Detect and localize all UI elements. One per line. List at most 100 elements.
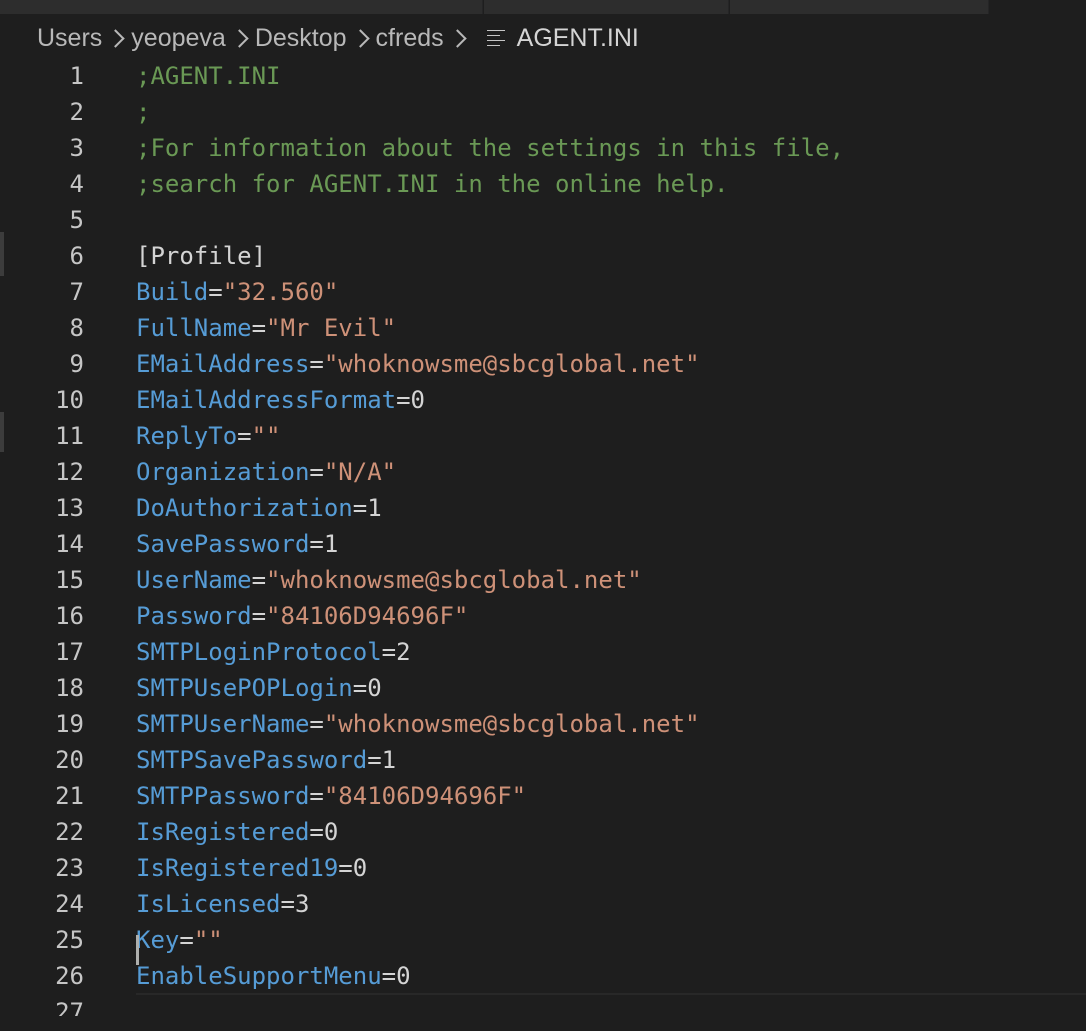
code-line[interactable]: 3 ;For information about the settings in … [0, 130, 1086, 166]
code-line[interactable]: 19 SMTPUserName="whoknowsme@sbcglobal.net… [0, 706, 1086, 742]
code-line[interactable]: 16 Password="84106D94696F" [0, 598, 1086, 634]
token-op: = [237, 422, 252, 450]
token-str: "Mr Evil" [266, 314, 397, 342]
code-line[interactable]: 21 SMTPPassword="84106D94696F" [0, 778, 1086, 814]
line-content: SMTPPassword="84106D94696F" [136, 778, 526, 814]
breadcrumb-item-yeopeva[interactable]: yeopeva [131, 24, 226, 53]
code-line[interactable]: 13 DoAuthorization=1 [0, 490, 1086, 526]
line-number: 10 [55, 386, 84, 414]
token-comment: ;For information about the settings in t… [136, 134, 845, 162]
line-content: SMTPUsePOPLogin=0 [136, 670, 382, 706]
token-key: EMailAddress [136, 350, 310, 378]
token-op: = [309, 782, 324, 810]
token-op: = [251, 602, 267, 630]
code-line[interactable]: 6 [Profile] [0, 238, 1086, 274]
line-content: ;AGENT.INI [136, 58, 281, 94]
line-content: Password="84106D94696F" [136, 598, 468, 634]
code-line[interactable]: 2; [0, 94, 1086, 130]
code-line[interactable]: 24 IsLicensed=3 [0, 886, 1086, 922]
line-content: FullName="Mr Evil" [136, 310, 396, 346]
token-op: = [396, 386, 411, 414]
code-line[interactable]: 5 [0, 202, 1086, 238]
line-number: 8 [69, 314, 84, 342]
token-num: 1 [381, 746, 397, 774]
token-key: ReplyTo [136, 422, 238, 450]
code-line[interactable]: 25 Key="" [0, 922, 1086, 958]
code-line[interactable]: 17 SMTPLoginProtocol=2 [0, 634, 1086, 670]
line-number: 3 [69, 134, 84, 162]
line-content: [Profile] [136, 238, 266, 274]
code-line[interactable]: 10 EMailAddressFormat=0 [0, 382, 1086, 418]
token-key: IsLicensed [136, 890, 281, 918]
code-line[interactable]: 9 EMailAddress="whoknowsme@sbcglobal.net" [0, 346, 1086, 382]
code-line[interactable]: 8 FullName="Mr Evil" [0, 310, 1086, 346]
token-op: = [338, 854, 353, 882]
token-section: [Profile] [136, 242, 267, 270]
line-content: IsRegistered19=0 [136, 850, 367, 886]
editor-tab[interactable] [0, 0, 483, 14]
line-number: 4 [69, 170, 84, 198]
token-key: SMTPUserName [136, 710, 310, 738]
line-number: 20 [55, 746, 84, 774]
code-line[interactable]: 4 ;search for AGENT.INI in the online hel… [0, 166, 1086, 202]
token-key: SMTPSavePassword [136, 746, 368, 774]
token-comment: ;AGENT.INI [136, 62, 281, 90]
token-str: "32.560" [222, 278, 339, 306]
line-number: 15 [55, 566, 84, 594]
token-op: = [381, 638, 397, 666]
token-num: 0 [367, 674, 382, 702]
breadcrumb-item-file[interactable]: AGENT.INI [517, 24, 639, 53]
line-content: SMTPSavePassword=1 [136, 742, 396, 778]
token-num: 1 [323, 530, 339, 558]
token-num: 0 [323, 818, 339, 846]
line-number: 18 [55, 674, 84, 702]
token-key: SMTPUsePOPLogin [136, 674, 353, 702]
breadcrumb-item-users[interactable]: Users [37, 24, 102, 53]
code-line[interactable]: 20 SMTPSavePassword=1 [0, 742, 1086, 778]
token-op: = [367, 746, 382, 774]
line-content: DoAuthorization=1 [136, 490, 382, 526]
token-key: Organization [136, 458, 310, 486]
code-line[interactable]: 23 IsRegistered19=0 [0, 850, 1086, 886]
token-str: "" [251, 422, 281, 450]
breadcrumb-item-cfreds[interactable]: cfreds [376, 24, 444, 53]
token-op: = [381, 962, 397, 990]
code-line[interactable]: 1 ;AGENT.INI [0, 58, 1086, 94]
token-num: 0 [410, 386, 425, 414]
code-line[interactable]: 26 EnableSupportMenu=0 [0, 958, 1086, 994]
line-content: EnableSupportMenu=0 [136, 958, 411, 994]
token-op: = [251, 314, 267, 342]
token-num: 0 [396, 962, 411, 990]
line-number: 12 [55, 458, 84, 486]
editor-tab[interactable] [484, 0, 729, 14]
line-content: UserName="whoknowsme@sbcglobal.net" [136, 562, 642, 598]
file-text-icon [486, 28, 505, 48]
code-line[interactable]: 12 Organization="N/A" [0, 454, 1086, 490]
token-key: DoAuthorization [136, 494, 353, 522]
code-line[interactable]: 7 Build="32.560" [0, 274, 1086, 310]
line-number: 21 [55, 782, 84, 810]
line-content: Build="32.560" [136, 274, 338, 310]
line-content: ; [136, 94, 150, 130]
token-op: = [309, 530, 324, 558]
token-op: = [309, 818, 324, 846]
line-number: 27 [55, 998, 84, 1016]
editor-tab[interactable] [730, 0, 989, 14]
code-line[interactable]: 18 SMTPUsePOPLogin=0 [0, 670, 1086, 706]
line-number: 19 [55, 710, 84, 738]
token-str: "" [193, 926, 223, 954]
token-key: SMTPLoginProtocol [136, 638, 382, 666]
code-line[interactable]: 22 IsRegistered=0 [0, 814, 1086, 850]
line-number: 6 [69, 242, 84, 270]
line-content: SavePassword=1 [136, 526, 338, 562]
line-number: 11 [55, 422, 84, 450]
token-key: SavePassword [136, 530, 310, 558]
code-editor[interactable]: 1 ;AGENT.INI 2; 3 ;For information about the… [0, 58, 1086, 1016]
token-num: 2 [396, 638, 411, 666]
token-op: = [309, 350, 324, 378]
breadcrumb-item-desktop[interactable]: Desktop [255, 24, 347, 53]
code-line[interactable]: 15 UserName="whoknowsme@sbcglobal.net" [0, 562, 1086, 598]
code-line[interactable]: 11 ReplyTo="" [0, 418, 1086, 454]
token-str: "whoknowsme@sbcglobal.net" [323, 710, 700, 738]
code-line[interactable]: 14 SavePassword=1 [0, 526, 1086, 562]
